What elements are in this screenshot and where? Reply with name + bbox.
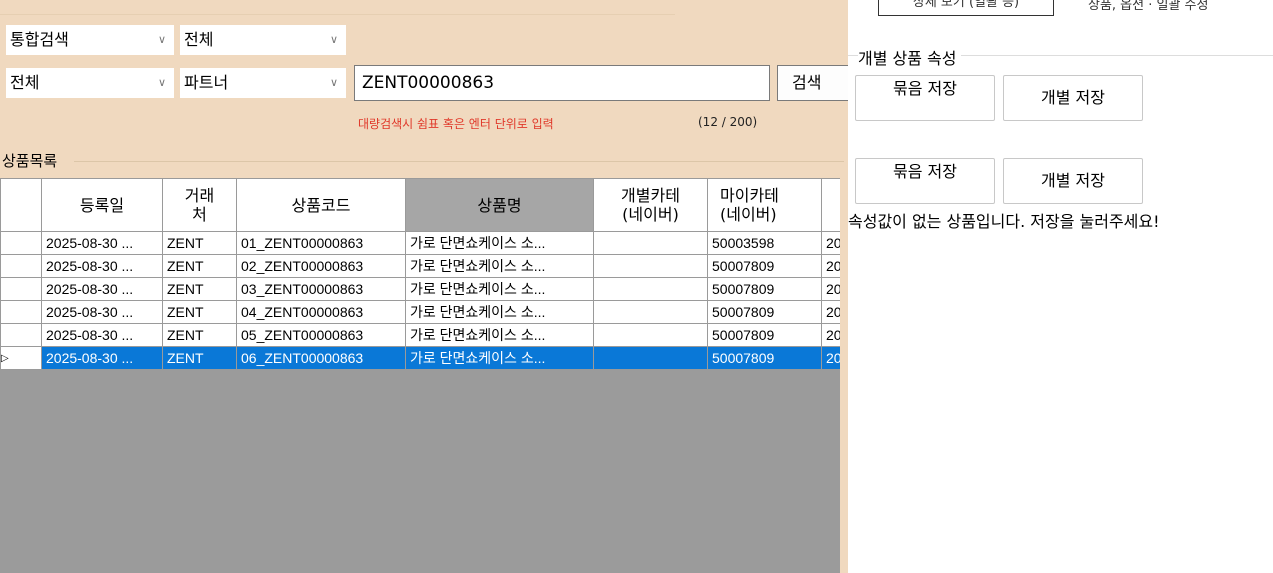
cell-code: 06_ZENT00000863 [236, 346, 406, 370]
chevron-down-icon: ∨ [157, 33, 166, 46]
bulk-search-hint: 대량검색시 쉼표 혹은 엔터 단위로 입력 [358, 117, 554, 131]
cell-code: 03_ZENT00000863 [236, 277, 406, 301]
cell-code: 04_ZENT00000863 [236, 300, 406, 324]
cell-extra: 20 [821, 300, 840, 324]
cell-date: 2025-08-30 ... [41, 231, 163, 255]
cell-name: 가로 단면쇼케이스 소... [405, 300, 594, 324]
chevron-down-icon: ∨ [157, 76, 166, 89]
cell-extra: 20 [821, 254, 840, 278]
cell-extra: 20 [821, 323, 840, 347]
search-type-value: 통합검색 [10, 30, 69, 49]
cell-code: 05_ZENT00000863 [236, 323, 406, 347]
category-select[interactable]: 전체 ∨ [6, 68, 174, 98]
column-header-code[interactable]: 상품코드 [236, 178, 406, 232]
bulk-edit-label: 상품, 옵션 · 일괄 수정 [1088, 0, 1209, 13]
chevron-down-icon: ∨ [329, 76, 338, 89]
cell-extra: 20 [821, 346, 840, 370]
cell-cat [593, 323, 708, 347]
partner-select[interactable]: 파트너 ∨ [180, 68, 346, 98]
cell-vendor: ZENT [162, 231, 237, 255]
cell-cat [593, 300, 708, 324]
row-header[interactable] [0, 300, 42, 324]
attribute-panel: 상세 보기 (일괄 등) 상품, 옵션 · 일괄 수정 개별 상품 속성 묶음 … [848, 0, 1273, 573]
partner-value: 파트너 [184, 73, 229, 92]
cell-date: 2025-08-30 ... [41, 300, 163, 324]
search-input[interactable]: ZENT00000863 [354, 65, 770, 101]
cell-vendor: ZENT [162, 277, 237, 301]
cell-name: 가로 단면쇼케이스 소... [405, 254, 594, 278]
cell-date: 2025-08-30 ... [41, 254, 163, 278]
group-divider [74, 161, 844, 162]
cell-mycat: 50007809 [707, 254, 822, 278]
cell-name: 가로 단면쇼케이스 소... [405, 346, 594, 370]
category-value: 전체 [10, 73, 40, 92]
scope-select[interactable]: 전체 ∨ [180, 25, 346, 55]
cell-extra: 20 [821, 277, 840, 301]
cell-date: 2025-08-30 ... [41, 323, 163, 347]
product-grid[interactable]: 등록일 거래 처 상품코드 상품명 개별카테 (네이버) 마이카테 (네이버) 202… [0, 178, 840, 573]
column-header-reg-date[interactable]: 등록일 [41, 178, 163, 232]
cell-date: 2025-08-30 ... [41, 346, 163, 370]
table-row[interactable]: 2025-08-30 ... ZENT 01_ZENT00000863 가로 단… [0, 231, 840, 255]
cell-name: 가로 단면쇼케이스 소... [405, 231, 594, 255]
search-panel: 통합검색 ∨ 전체 ∨ 전체 ∨ 파트너 ∨ ZENT00000863 검색 대… [0, 0, 848, 573]
cell-mycat: 50007809 [707, 300, 822, 324]
table-row[interactable]: 2025-08-30 ... ZENT 04_ZENT00000863 가로 단… [0, 300, 840, 324]
cell-code: 01_ZENT00000863 [236, 231, 406, 255]
cell-extra: 20 [821, 231, 840, 255]
search-type-select[interactable]: 통합검색 ∨ [6, 25, 174, 55]
product-table: 등록일 거래 처 상품코드 상품명 개별카테 (네이버) 마이카테 (네이버) 202… [0, 178, 840, 370]
cell-cat [593, 277, 708, 301]
cell-code: 02_ZENT00000863 [236, 254, 406, 278]
cell-cat [593, 254, 708, 278]
cell-mycat: 50007809 [707, 323, 822, 347]
cell-vendor: ZENT [162, 323, 237, 347]
table-row[interactable]: 2025-08-30 ... ZENT 05_ZENT00000863 가로 단… [0, 323, 840, 347]
row-header[interactable] [0, 277, 42, 301]
column-header-name[interactable]: 상품명 [405, 178, 594, 232]
search-button[interactable]: 검색 [777, 65, 848, 101]
attribute-group-title: 개별 상품 속성 [858, 45, 961, 69]
table-row-selected[interactable]: ▷ 2025-08-30 ... ZENT 06_ZENT00000863 가로… [0, 346, 840, 370]
row-header-corner [0, 178, 42, 232]
individual-save-button[interactable]: 개별 저장 [1003, 75, 1143, 121]
detail-view-button[interactable]: 상세 보기 (일괄 등) [878, 0, 1054, 16]
cell-mycat: 50003598 [707, 231, 822, 255]
no-attribute-notice: 속성값이 없는 상품입니다. 저장을 눌러주세요! [848, 212, 1160, 231]
cell-vendor: ZENT [162, 346, 237, 370]
query-count: (12 / 200) [698, 115, 758, 129]
divider [0, 14, 675, 15]
column-header-cat-naver[interactable]: 개별카테 (네이버) [593, 178, 708, 232]
cell-mycat: 50007809 [707, 346, 822, 370]
bundle-save-button[interactable]: 묶음 저장 [855, 75, 995, 121]
cell-cat [593, 231, 708, 255]
row-header[interactable] [0, 323, 42, 347]
cell-name: 가로 단면쇼케이스 소... [405, 323, 594, 347]
table-row[interactable]: 2025-08-30 ... ZENT 02_ZENT00000863 가로 단… [0, 254, 840, 278]
cell-vendor: ZENT [162, 300, 237, 324]
cell-vendor: ZENT [162, 254, 237, 278]
bundle-save-button-2[interactable]: 묶음 저장 [855, 158, 995, 204]
cell-mycat: 50007809 [707, 277, 822, 301]
product-list-title: 상품목록 [2, 152, 58, 170]
table-row[interactable]: 2025-08-30 ... ZENT 03_ZENT00000863 가로 단… [0, 277, 840, 301]
row-header[interactable] [0, 254, 42, 278]
column-header-extra[interactable] [821, 178, 840, 232]
table-header-row: 등록일 거래 처 상품코드 상품명 개별카테 (네이버) 마이카테 (네이버) [0, 178, 840, 232]
cell-cat [593, 346, 708, 370]
cell-date: 2025-08-30 ... [41, 277, 163, 301]
column-header-vendor[interactable]: 거래 처 [162, 178, 237, 232]
column-header-mycat-naver[interactable]: 마이카테 (네이버) [707, 178, 822, 232]
cell-name: 가로 단면쇼케이스 소... [405, 277, 594, 301]
scope-value: 전체 [184, 30, 214, 49]
chevron-down-icon: ∨ [329, 33, 338, 46]
row-header[interactable] [0, 231, 42, 255]
current-row-indicator-icon[interactable]: ▷ [0, 346, 42, 370]
individual-save-button-2[interactable]: 개별 저장 [1003, 158, 1143, 204]
